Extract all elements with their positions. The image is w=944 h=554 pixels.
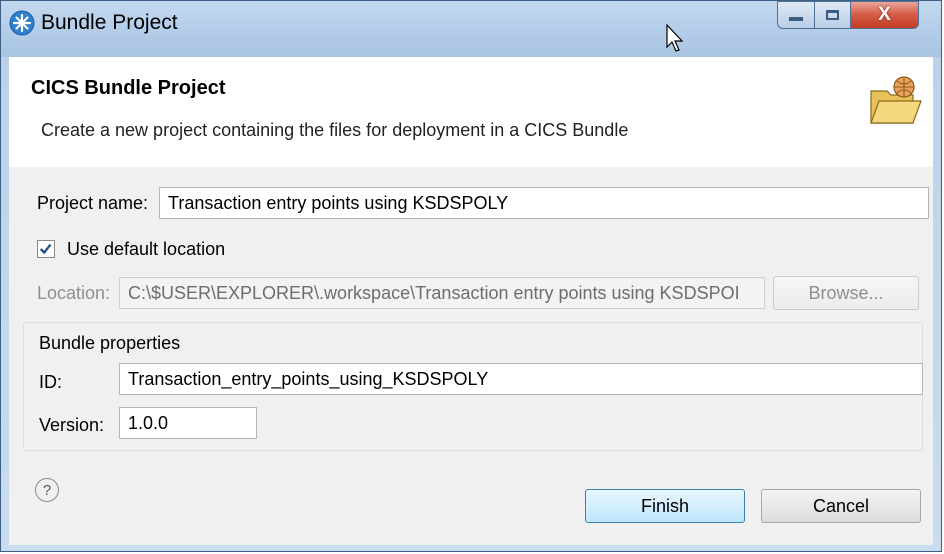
mouse-pointer-icon bbox=[666, 23, 684, 52]
minimize-button[interactable] bbox=[777, 1, 815, 29]
project-name-field[interactable]: Transaction entry points using KSDSPOLY bbox=[159, 187, 929, 219]
use-default-location-label[interactable]: Use default location bbox=[67, 237, 225, 261]
finish-button[interactable]: Finish bbox=[585, 489, 745, 523]
maximize-icon bbox=[826, 10, 839, 20]
folder-with-globe-icon bbox=[870, 76, 922, 124]
bundle-star-icon bbox=[9, 10, 35, 36]
page-description: Create a new project containing the file… bbox=[41, 120, 629, 140]
id-field[interactable]: Transaction_entry_points_using_KSDSPOLY bbox=[119, 363, 923, 395]
close-button[interactable]: X bbox=[851, 1, 919, 29]
window-controls: X bbox=[777, 1, 919, 31]
minimize-icon bbox=[789, 17, 803, 21]
version-label: Version: bbox=[39, 415, 105, 435]
id-label: ID: bbox=[39, 372, 63, 392]
window-title: Bundle Project bbox=[41, 11, 178, 34]
close-icon: X bbox=[878, 4, 891, 25]
version-field[interactable]: 1.0.0 bbox=[119, 407, 257, 439]
help-icon[interactable]: ? bbox=[35, 478, 59, 502]
cancel-button[interactable]: Cancel bbox=[761, 489, 921, 523]
page-title: CICS Bundle Project bbox=[31, 77, 226, 99]
dialog-window: Bundle Project X CICS Bundle Project Cre… bbox=[0, 0, 942, 552]
location-label: Location: bbox=[37, 283, 111, 303]
bundle-properties-label: Bundle properties bbox=[39, 333, 181, 353]
wizard-header: CICS Bundle Project Create a new project… bbox=[9, 57, 933, 167]
maximize-button[interactable] bbox=[815, 1, 851, 29]
wizard-footer: ? Finish Cancel bbox=[9, 465, 933, 545]
title-bar[interactable]: Bundle Project X bbox=[1, 1, 941, 57]
checkmark-icon bbox=[39, 243, 52, 255]
browse-button: Browse... bbox=[773, 276, 919, 310]
location-field: C:\$USER\EXPLORER\.workspace\Transaction… bbox=[119, 277, 765, 309]
use-default-location-checkbox[interactable] bbox=[37, 240, 55, 258]
project-name-label: Project name: bbox=[37, 193, 149, 213]
wizard-content: Project name: Transaction entry points u… bbox=[9, 167, 933, 465]
